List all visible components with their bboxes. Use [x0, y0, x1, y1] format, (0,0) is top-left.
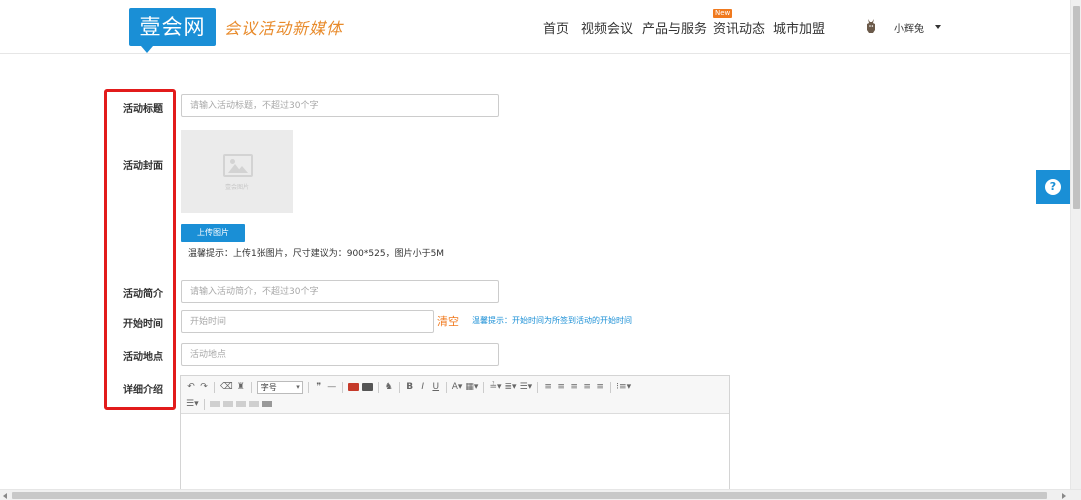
start-time-tip: 温馨提示：开始时间为所签到活动的开始时间 [472, 316, 632, 325]
nav-home[interactable]: 首页 [543, 18, 569, 37]
top-header: 壹会网 会议活动新媒体 首页 视频会议 产品与服务 New 资讯动态 城市加盟 … [0, 0, 1070, 54]
background-color-icon[interactable]: ▦▾ [465, 381, 478, 393]
rich-text-editor[interactable]: ↶ ↷ ⌫ ♜ 字号 ❞ — ♞ B I U A▾ [180, 375, 730, 495]
merge-icon[interactable] [248, 401, 259, 407]
list-dropdown-icon[interactable]: ☰▾ [186, 398, 199, 410]
font-color-icon[interactable]: A▾ [452, 381, 463, 393]
place-input[interactable] [181, 343, 499, 366]
user-avatar-icon[interactable] [865, 18, 877, 34]
title-input[interactable] [181, 94, 499, 117]
align-justify-icon[interactable]: ≡ [582, 381, 592, 393]
horizontal-rule-icon[interactable]: — [327, 381, 337, 393]
help-button[interactable]: ? [1036, 170, 1070, 204]
link-icon[interactable] [261, 401, 272, 407]
redo-icon[interactable]: ↷ [199, 381, 209, 393]
intro-label: 活动简介 [123, 289, 163, 300]
underline-icon[interactable]: U [431, 381, 441, 393]
nav-video-meeting[interactable]: 视频会议 [581, 18, 633, 37]
site-logo[interactable]: 壹会网 [129, 8, 216, 53]
cover-image-placeholder[interactable]: 壹会图片 [181, 130, 293, 213]
cover-label: 活动封面 [123, 161, 163, 172]
undo-icon[interactable]: ↶ [186, 381, 196, 393]
upload-image-button[interactable]: 上传图片 [181, 224, 245, 242]
new-badge: New [713, 9, 733, 18]
insert-row-icon[interactable] [222, 401, 233, 407]
intro-input[interactable] [181, 280, 499, 303]
vertical-scrollbar[interactable] [1070, 0, 1081, 489]
scroll-left-arrow-icon[interactable] [3, 493, 7, 499]
scroll-right-arrow-icon[interactable] [1062, 493, 1066, 499]
place-label: 活动地点 [123, 352, 163, 363]
video-icon[interactable] [361, 383, 373, 391]
image-icon[interactable] [347, 383, 359, 391]
site-slogan: 会议活动新媒体 [224, 19, 344, 38]
horizontal-scrollbar-thumb[interactable] [12, 492, 1047, 499]
insert-col-icon[interactable] [235, 401, 246, 407]
title-label: 活动标题 [123, 104, 163, 115]
map-marker-icon[interactable]: ♞ [384, 381, 394, 393]
bold-icon[interactable]: B [405, 381, 415, 393]
clear-link[interactable]: 清空 [437, 313, 459, 329]
eraser-icon[interactable]: ⌫ [220, 381, 233, 393]
upload-tip: 温馨提示：上传1张图片，尺寸建议为：900*525，图片小于5M [188, 249, 445, 259]
user-menu-caret-icon[interactable] [935, 25, 941, 29]
detail-label: 详细介绍 [123, 385, 163, 396]
vertical-scrollbar-thumb[interactable] [1073, 6, 1080, 209]
horizontal-scrollbar[interactable] [0, 489, 1081, 500]
cover-placeholder-text: 壹会图片 [224, 184, 249, 191]
line-height-icon[interactable]: ☰▾ [520, 381, 533, 393]
align-left-icon[interactable]: ≡ [543, 381, 553, 393]
format-brush-icon[interactable]: ♜ [236, 381, 246, 393]
page: 壹会网 会议活动新媒体 首页 视频会议 产品与服务 New 资讯动态 城市加盟 … [0, 0, 1081, 500]
paragraph-spacing-icon[interactable]: ≣▾ [505, 381, 517, 393]
align-right-icon[interactable]: ≡ [569, 381, 579, 393]
quote-icon[interactable]: ❞ [314, 381, 324, 393]
row-spacing-icon[interactable]: ≟▾ [489, 381, 501, 393]
image-placeholder-icon [223, 154, 253, 177]
font-size-select[interactable]: 字号 [256, 380, 303, 394]
italic-icon[interactable]: I [418, 381, 428, 393]
nav-products-services[interactable]: 产品与服务 [642, 18, 707, 37]
help-icon: ? [1045, 179, 1061, 195]
user-name[interactable]: 小辉兔 [894, 20, 924, 35]
nav-news[interactable]: 资讯动态 [713, 18, 765, 37]
start-time-label: 开始时间 [123, 319, 163, 330]
align-center-icon[interactable]: ≡ [556, 381, 566, 393]
editor-toolbar: ↶ ↷ ⌫ ♜ 字号 ❞ — ♞ B I U A▾ [181, 376, 729, 414]
table-icon[interactable] [209, 401, 220, 407]
nav-city-franchise[interactable]: 城市加盟 [773, 18, 825, 37]
indent-icon[interactable]: ≡ [595, 381, 605, 393]
list-icon[interactable]: ⁝≡▾ [616, 381, 631, 393]
start-time-input[interactable] [181, 310, 434, 333]
